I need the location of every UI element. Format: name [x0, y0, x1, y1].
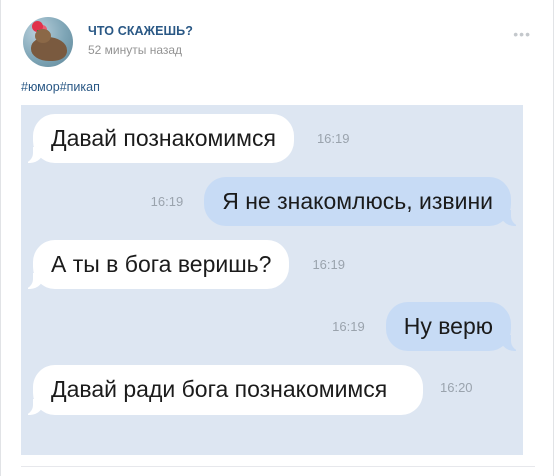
hashtag-link[interactable]: #юмор: [21, 80, 60, 94]
community-avatar[interactable]: [23, 17, 73, 67]
message-time: 16:19: [316, 131, 350, 146]
post-header: ЧТО СКАЖЕШЬ? 52 минуты назад: [23, 17, 193, 67]
message-time: 16:19: [312, 257, 345, 272]
message-time-wrap: 16:20: [440, 379, 473, 397]
outgoing-message-bubble: Я не знакомлюсь, извини: [204, 177, 522, 226]
chat-message: Давай ради бога познакомимся 16:20: [22, 365, 473, 415]
post-card: ЧТО СКАЖЕШЬ? 52 минуты назад ••• #юмор#п…: [0, 0, 554, 476]
hashtags: #юмор#пикап: [21, 80, 100, 94]
chat-message: 16:19 Ну верю: [332, 302, 523, 351]
incoming-message-bubble: А ты в бога веришь?: [21, 240, 290, 289]
message-time: 16:20: [440, 380, 473, 395]
message-time: 16:19: [150, 194, 184, 209]
chat-message: А ты в бога веришь? 16:19: [21, 240, 345, 289]
message-time: 16:19: [332, 319, 365, 334]
chat-message: 16:19 Я не знакомлюсь, извини: [150, 177, 522, 226]
author-info: ЧТО СКАЖЕШЬ? 52 минуты назад: [88, 24, 193, 57]
hashtag-link[interactable]: #пикап: [60, 80, 100, 94]
cat-graphic: [31, 29, 67, 61]
chat-message: Давай познакомимся 16:19: [22, 114, 350, 163]
author-name-link[interactable]: ЧТО СКАЖЕШЬ?: [88, 24, 193, 38]
incoming-message-bubble: Давай познакомимся: [22, 114, 294, 163]
incoming-message-bubble: Давай ради бога познакомимся: [22, 365, 423, 415]
chat-screenshot-image: Давай познакомимся 16:19 16:19 Я не знак…: [21, 105, 523, 455]
outgoing-message-bubble: Ну верю: [385, 302, 523, 351]
post-timestamp[interactable]: 52 минуты назад: [88, 43, 193, 57]
divider: [21, 466, 535, 467]
ellipsis-icon[interactable]: •••: [513, 26, 531, 42]
